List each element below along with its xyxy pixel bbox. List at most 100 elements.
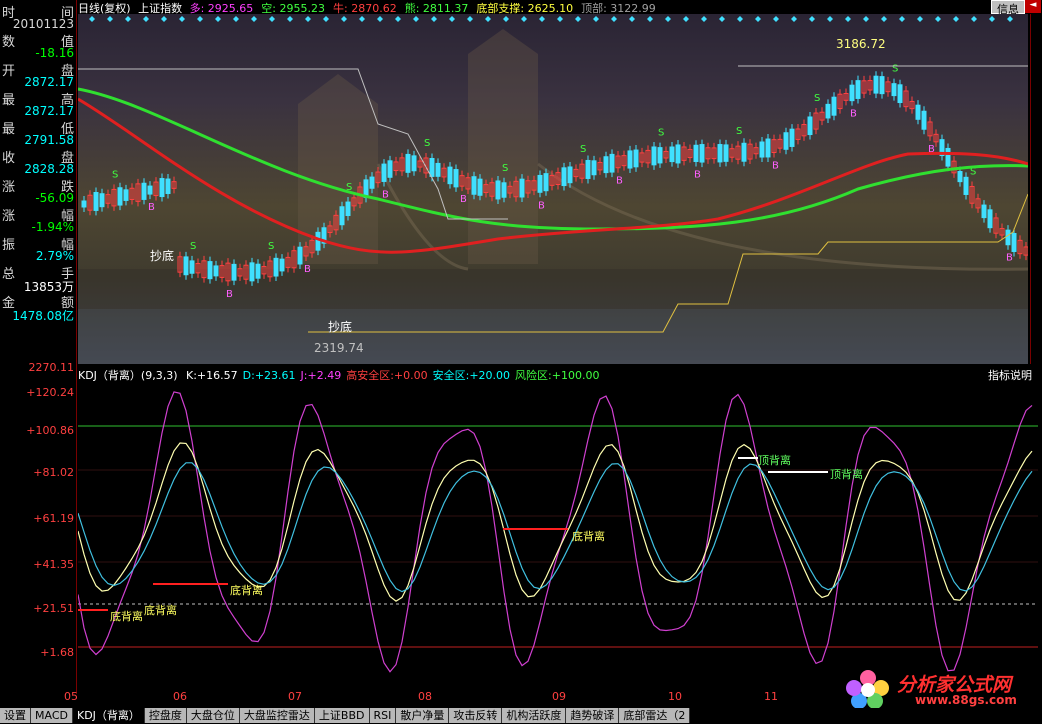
candle-body[interactable] — [591, 160, 597, 176]
candle-body[interactable] — [543, 173, 549, 192]
candle-body[interactable] — [159, 178, 165, 198]
candle-body[interactable] — [783, 132, 789, 150]
candle-body[interactable] — [117, 187, 123, 206]
candle-body[interactable] — [183, 256, 189, 276]
candle-body[interactable] — [369, 176, 375, 189]
candle-body[interactable] — [669, 146, 675, 163]
candle-body[interactable] — [879, 76, 885, 95]
candle-body[interactable] — [609, 153, 615, 173]
tab-8[interactable]: 散户净量 — [396, 708, 450, 723]
candle-body[interactable] — [741, 142, 747, 162]
candle-body[interactable] — [723, 144, 729, 162]
candle-body[interactable] — [477, 178, 483, 196]
candle-body[interactable] — [825, 103, 831, 119]
candle-body[interactable] — [693, 144, 699, 162]
scroll-arrows[interactable]: ◄ — [1025, 0, 1041, 13]
arrow-left-icon[interactable]: ◄ — [1030, 0, 1037, 10]
candle-body[interactable] — [495, 180, 501, 200]
candle-body[interactable] — [849, 84, 855, 102]
candle-body[interactable] — [147, 185, 153, 195]
candle-body[interactable] — [831, 96, 837, 116]
candle-body[interactable] — [435, 162, 441, 177]
candle-body[interactable] — [123, 189, 129, 201]
candle-body[interactable] — [957, 171, 963, 183]
candlestick-chart[interactable]: SBSBSBSBSBSBSBSBSBSBSBSB 3186.72 2319.74… — [78, 14, 1028, 364]
candle-body[interactable] — [699, 144, 705, 163]
candle-body[interactable] — [1011, 233, 1017, 252]
candle-body[interactable] — [633, 149, 639, 168]
candle-body[interactable] — [603, 156, 609, 174]
candle-body[interactable] — [963, 176, 969, 195]
candle-body[interactable] — [765, 138, 771, 158]
candle-body[interactable] — [855, 80, 861, 99]
candle-body[interactable] — [921, 110, 927, 130]
candle-body[interactable] — [387, 160, 393, 178]
candle-body[interactable] — [447, 166, 453, 185]
candle-body[interactable] — [981, 204, 987, 219]
candle-body[interactable] — [519, 178, 525, 198]
tab-4[interactable]: 大盘仓位 — [186, 708, 240, 723]
candle-body[interactable] — [657, 147, 663, 164]
candle-body[interactable] — [93, 192, 99, 211]
tab-3[interactable]: 控盘度 — [144, 708, 187, 723]
candle-body[interactable] — [81, 200, 87, 208]
buy-signal-marker: B — [772, 161, 779, 172]
kdj-chart[interactable]: 底背离 底背离 底背离 底背离 顶背离 顶背离 — [78, 382, 1038, 692]
tab-2[interactable]: KDJ（背离） — [72, 708, 145, 723]
candle-body[interactable] — [273, 257, 279, 277]
candle-body[interactable] — [537, 174, 543, 193]
indicator-help-button[interactable]: 指标说明 — [988, 367, 1032, 383]
tab-10[interactable]: 机构活跃度 — [502, 708, 567, 723]
tab-9[interactable]: 攻击反转 — [449, 708, 503, 723]
candle-body[interactable] — [345, 201, 351, 217]
candle-body[interactable] — [561, 167, 567, 187]
candle-body[interactable] — [279, 258, 285, 272]
candle-body[interactable] — [207, 261, 213, 280]
candle-body[interactable] — [471, 176, 477, 195]
candle-body[interactable] — [873, 75, 879, 94]
candle-body[interactable] — [165, 178, 171, 195]
candle-body[interactable] — [585, 159, 591, 179]
candle-body[interactable] — [255, 263, 261, 279]
candle-body[interactable] — [1005, 229, 1011, 246]
price-chart-area[interactable]: SBSBSBSBSBSBSBSBSBSBSBSB 3186.72 2319.74… — [78, 14, 1028, 364]
candle-body[interactable] — [141, 182, 147, 200]
candle-body[interactable] — [99, 193, 105, 208]
candle-body[interactable] — [429, 158, 435, 177]
candle-body[interactable] — [213, 265, 219, 277]
candle-body[interactable] — [915, 104, 921, 120]
candle-body[interactable] — [381, 163, 387, 182]
tab-1[interactable]: MACD — [31, 708, 73, 723]
candle-body[interactable] — [945, 147, 951, 167]
info-button[interactable]: 信息 — [991, 0, 1025, 16]
candle-body[interactable] — [249, 262, 255, 282]
candle-body[interactable] — [339, 206, 345, 226]
candle-body[interactable] — [627, 150, 633, 169]
tab-0[interactable]: 设置 — [0, 708, 31, 723]
tab-7[interactable]: RSI — [369, 708, 397, 723]
tab-5[interactable]: 大盘监控雷达 — [239, 708, 315, 723]
candle-body[interactable] — [297, 246, 303, 265]
tab-11[interactable]: 趋势破译 — [566, 708, 620, 723]
tab-6[interactable]: 上证BBD — [314, 708, 370, 723]
candle-body[interactable] — [807, 116, 813, 136]
candle-body[interactable] — [405, 153, 411, 173]
kdj-title[interactable]: KDJ（背离）(9,3,3) — [78, 369, 178, 382]
candle-body[interactable] — [189, 260, 195, 274]
candle-body[interactable] — [717, 144, 723, 163]
tab-12[interactable]: 底部雷达（2 — [619, 708, 691, 723]
candle-body[interactable] — [651, 146, 657, 166]
candle-body[interactable] — [567, 166, 573, 184]
candle-body[interactable] — [789, 128, 795, 147]
candle-body[interactable] — [315, 231, 321, 251]
candle-body[interactable] — [411, 155, 417, 172]
sell-signal-marker: S — [190, 241, 196, 252]
candle-body[interactable] — [675, 144, 681, 164]
candle-body[interactable] — [501, 182, 507, 198]
candle-body[interactable] — [987, 209, 993, 229]
candle-body[interactable] — [759, 141, 765, 158]
candle-body[interactable] — [897, 84, 903, 104]
candle-body[interactable] — [231, 263, 237, 281]
candle-body[interactable] — [453, 169, 459, 188]
candle-body[interactable] — [891, 83, 897, 97]
